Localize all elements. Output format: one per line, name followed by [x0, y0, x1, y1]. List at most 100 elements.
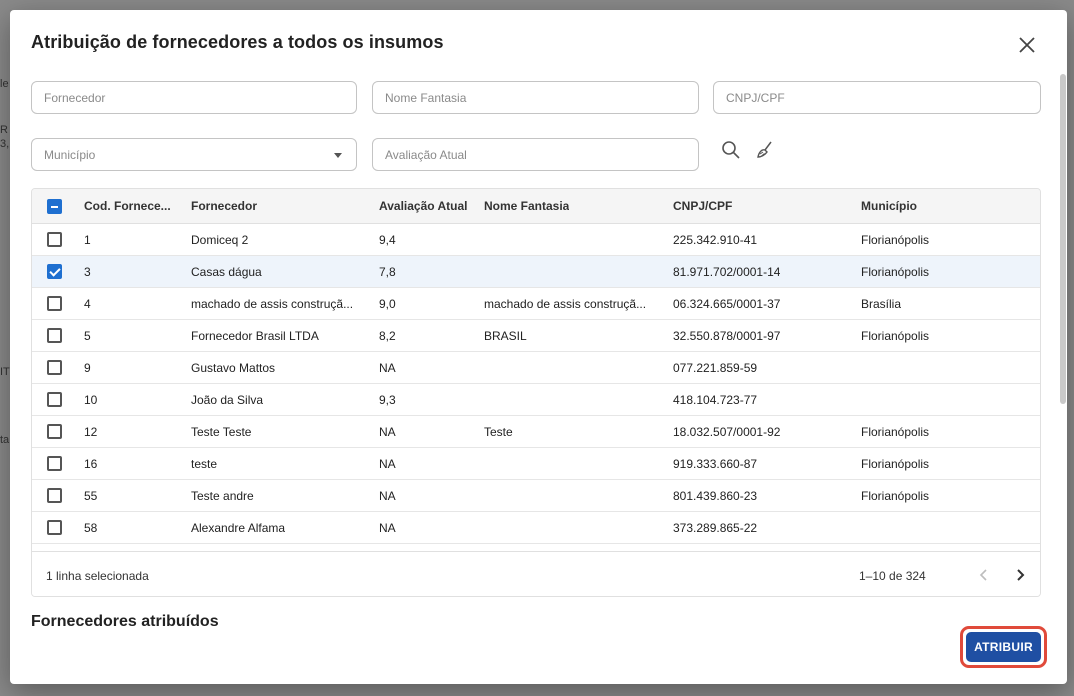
next-page-icon[interactable]	[1010, 565, 1030, 585]
cell-avaliacao: 9,3	[379, 393, 396, 407]
cell-fornecedor: teste	[191, 457, 218, 471]
cell-avaliacao: 7,8	[379, 265, 396, 279]
cell-avaliacao: NA	[379, 457, 396, 471]
previous-page-icon[interactable]	[974, 565, 994, 585]
cell-cnpj: 373.289.865-22	[673, 521, 758, 535]
close-icon[interactable]	[1013, 31, 1041, 59]
table-row[interactable]: 5 Fornecedor Brasil LTDA 8,2 BRASIL 32.550.8…	[32, 320, 1040, 352]
cell-cod: 10	[84, 393, 98, 407]
broom-icon[interactable]	[754, 139, 776, 161]
cell-fornecedor: Teste Teste	[191, 425, 252, 439]
cell-fornecedor: Gustavo Mattos	[191, 361, 276, 375]
cell-fornecedor: Fornecedor Brasil LTDA	[191, 329, 319, 343]
fornecedor-filter[interactable]	[31, 81, 357, 114]
nome-fantasia-filter[interactable]	[372, 81, 699, 114]
cell-cnpj: 225.342.910-41	[673, 233, 758, 247]
row-checkbox[interactable]	[47, 424, 62, 439]
table-row[interactable]: 10 João da Silva 9,3 418.104.723-77	[32, 384, 1040, 416]
cell-avaliacao: NA	[379, 521, 396, 535]
cell-cnpj: 81.971.702/0001-14	[673, 265, 781, 279]
table-row[interactable]: 4 machado de assis construçã... 9,0 machado…	[32, 288, 1040, 320]
background-text-fragment: R	[0, 124, 8, 136]
cell-cnpj: 077.221.859-59	[673, 361, 758, 375]
cell-nome-fantasia: BRASIL	[484, 329, 527, 343]
fornecedor-input[interactable]	[32, 82, 356, 113]
table-row[interactable]: 9 Gustavo Mattos NA 077.221.859-59	[32, 352, 1040, 384]
cell-cod: 3	[84, 265, 91, 279]
table-header: Cod. Fornece... Fornecedor Avaliação Atu…	[32, 189, 1040, 224]
column-header-fornecedor[interactable]: Fornecedor	[191, 199, 257, 213]
row-checkbox[interactable]	[47, 232, 62, 247]
cell-cod: 5	[84, 329, 91, 343]
dialog-title: Atribuição de fornecedores a todos os in…	[31, 32, 444, 52]
cell-municipio: Florianópolis	[861, 329, 930, 343]
cell-municipio: Florianópolis	[861, 489, 930, 503]
cnpj-filter[interactable]	[713, 81, 1041, 114]
cnpj-input[interactable]	[714, 82, 1040, 113]
column-header-municipio[interactable]: Município	[861, 199, 917, 213]
cell-cod: 16	[84, 457, 98, 471]
search-icon[interactable]	[720, 139, 742, 161]
pagination-range: 1–10 de 324	[859, 569, 926, 583]
assign-button[interactable]: ATRIBUIR	[966, 632, 1041, 662]
assigned-suppliers-title: Fornecedores atribuídos	[31, 613, 219, 630]
assign-suppliers-dialog: Atribuição de fornecedores a todos os in…	[10, 10, 1067, 684]
row-checkbox[interactable]	[47, 520, 62, 535]
avaliacao-input[interactable]	[373, 139, 698, 170]
cell-cod: 1	[84, 233, 91, 247]
cell-cod: 12	[84, 425, 98, 439]
background-text-fragment: le	[0, 78, 9, 90]
table-row[interactable]: 58 Alexandre Alfama NA 373.289.865-22	[32, 512, 1040, 544]
select-all-checkbox[interactable]	[47, 199, 62, 214]
cell-cod: 58	[84, 521, 98, 535]
row-checkbox[interactable]	[47, 392, 62, 407]
cell-fornecedor: Alexandre Alfama	[191, 521, 286, 535]
cell-nome-fantasia: Teste	[484, 425, 513, 439]
avaliacao-filter[interactable]	[372, 138, 699, 171]
cell-cod: 9	[84, 361, 91, 375]
cell-cnpj: 06.324.665/0001-37	[673, 297, 781, 311]
row-checkbox[interactable]	[47, 264, 62, 279]
selected-count: 1 linha selecionada	[46, 569, 149, 583]
cell-fornecedor: Domiceq 2	[191, 233, 249, 247]
municipio-select[interactable]: Município	[31, 138, 357, 171]
cell-avaliacao: NA	[379, 361, 396, 375]
table-footer: 1 linha selecionada 1–10 de 324	[32, 551, 1040, 596]
table-row[interactable]: 12 Teste Teste NA Teste 18.032.507/0001-92 Fl…	[32, 416, 1040, 448]
cell-avaliacao: 9,4	[379, 233, 396, 247]
row-checkbox[interactable]	[47, 296, 62, 311]
column-header-nome-fantasia[interactable]: Nome Fantasia	[484, 199, 569, 213]
row-checkbox[interactable]	[47, 488, 62, 503]
chevron-down-icon	[334, 153, 342, 158]
table-row[interactable]: 16 teste NA 919.333.660-87 Florianópolis	[32, 448, 1040, 480]
cell-fornecedor: Casas dágua	[191, 265, 262, 279]
column-header-avaliacao[interactable]: Avaliação Atual	[379, 199, 467, 213]
cell-fornecedor: machado de assis construçã...	[191, 297, 354, 311]
background-text-fragment: ta	[0, 434, 10, 446]
assign-button-highlight: ATRIBUIR	[960, 626, 1047, 668]
background-text-fragment: 3,	[0, 138, 10, 150]
column-header-cnpj[interactable]: CNPJ/CPF	[673, 199, 732, 213]
column-header-cod[interactable]: Cod. Fornece...	[84, 199, 176, 213]
cell-cod: 55	[84, 489, 98, 503]
background-text-fragment: IT	[0, 366, 10, 378]
table-row[interactable]: 3 Casas dágua 7,8 81.971.702/0001-14 Florian…	[32, 256, 1040, 288]
table-row[interactable]: 1 Domiceq 2 9,4 225.342.910-41 Florianópolis	[32, 224, 1040, 256]
cell-municipio: Brasília	[861, 297, 902, 311]
cell-avaliacao: NA	[379, 489, 396, 503]
cell-cnpj: 919.333.660-87	[673, 457, 758, 471]
table-row[interactable]: 55 Teste andre NA 801.439.860-23 Florianópol…	[32, 480, 1040, 512]
municipio-select-placeholder: Município	[44, 148, 96, 162]
cell-cnpj: 32.550.878/0001-97	[673, 329, 781, 343]
suppliers-table: Cod. Fornece... Fornecedor Avaliação Atu…	[31, 188, 1041, 597]
cell-fornecedor: Teste andre	[191, 489, 254, 503]
row-checkbox[interactable]	[47, 328, 62, 343]
row-checkbox[interactable]	[47, 456, 62, 471]
row-checkbox[interactable]	[47, 360, 62, 375]
dialog-scrollbar[interactable]	[1060, 74, 1066, 404]
cell-avaliacao: 8,2	[379, 329, 396, 343]
nome-fantasia-input[interactable]	[373, 82, 698, 113]
cell-cnpj: 801.439.860-23	[673, 489, 758, 503]
cell-municipio: Florianópolis	[861, 457, 930, 471]
cell-municipio: Florianópolis	[861, 233, 930, 247]
